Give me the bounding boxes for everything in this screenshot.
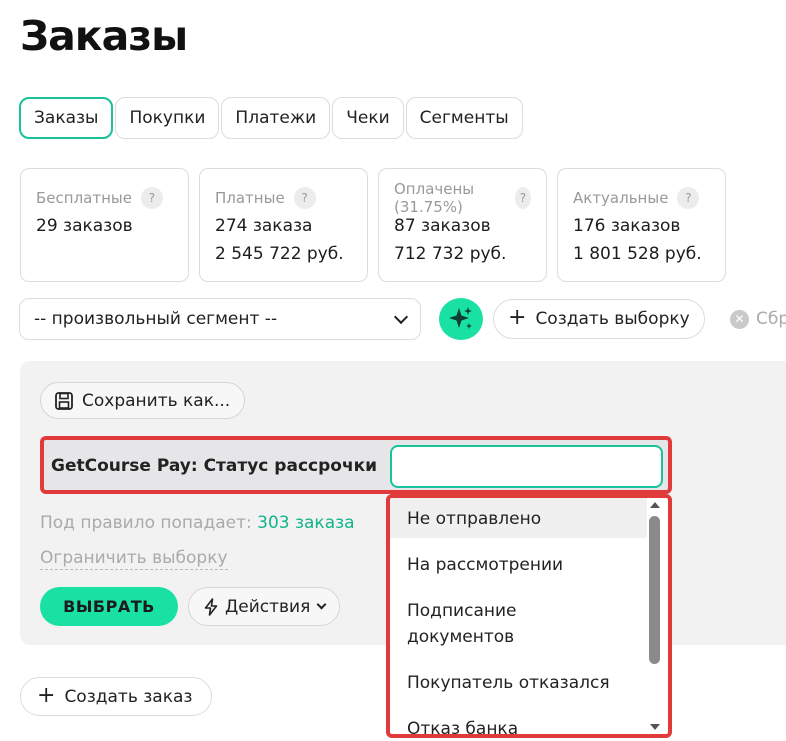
scroll-down-arrow-icon[interactable] xyxy=(650,724,660,730)
floppy-disk-icon xyxy=(55,391,73,410)
stats-row: Бесплатные? 29 заказов Платные? 274 зака… xyxy=(20,168,726,282)
status-dropdown[interactable]: Не отправлено На рассмотрении Подписание… xyxy=(386,494,672,738)
create-selection-label: Создать выборку xyxy=(535,309,690,329)
dropdown-scrollbar[interactable] xyxy=(646,498,664,734)
tab-receipts[interactable]: Чеки xyxy=(332,97,404,139)
dropdown-option[interactable]: Отказ банка xyxy=(390,706,647,734)
stat-amount: 712 732 руб. xyxy=(394,244,507,264)
rule-label: GetCourse Pay: Статус рассрочки xyxy=(51,456,378,476)
tab-purchases[interactable]: Покупки xyxy=(115,97,220,139)
reset-label: Сбр xyxy=(756,309,786,329)
dropdown-option[interactable]: Не отправлено xyxy=(390,498,647,538)
help-icon[interactable]: ? xyxy=(677,187,700,209)
page-title: Заказы xyxy=(20,12,188,60)
ai-sparkle-button[interactable] xyxy=(439,298,483,340)
stat-count: 87 заказов xyxy=(394,216,491,236)
stat-count: 274 заказа xyxy=(215,216,313,236)
dropdown-options: Не отправлено На рассмотрении Подписание… xyxy=(390,498,647,734)
plus-icon: + xyxy=(37,682,56,708)
stat-amount: 2 545 722 руб. xyxy=(215,244,344,264)
actions-label: Действия xyxy=(225,596,311,617)
help-icon[interactable]: ? xyxy=(514,187,531,209)
close-icon: ✕ xyxy=(730,309,749,329)
stat-title: Оплачены (31.75%) xyxy=(394,180,475,216)
rule-match-prefix: Под правило попадает: xyxy=(40,513,252,533)
scroll-up-arrow-icon[interactable] xyxy=(650,502,660,508)
stat-title: Актуальные xyxy=(573,189,669,207)
save-as-button[interactable]: Сохранить как... xyxy=(40,382,246,419)
dropdown-option[interactable]: Подписание документов xyxy=(390,588,630,660)
create-order-button[interactable]: + Создать заказ xyxy=(20,677,213,716)
tab-orders[interactable]: Заказы xyxy=(19,97,114,139)
scrollbar-thumb[interactable] xyxy=(649,516,660,664)
stat-title: Бесплатные xyxy=(36,189,132,207)
tab-segments[interactable]: Сегменты xyxy=(405,97,523,139)
segment-select[interactable]: -- произвольный сегмент -- xyxy=(19,298,421,340)
stat-count: 176 заказов xyxy=(573,216,681,236)
actions-button[interactable]: Действия xyxy=(188,587,341,626)
limit-selection-link[interactable]: Ограничить выборку xyxy=(40,548,228,570)
create-order-label: Создать заказ xyxy=(64,686,193,707)
stat-count: 29 заказов xyxy=(36,216,133,236)
plus-icon: + xyxy=(508,305,527,330)
dropdown-option[interactable]: На рассмотрении xyxy=(390,542,647,588)
stat-card-actual[interactable]: Актуальные? 176 заказов 1 801 528 руб. xyxy=(557,168,726,282)
lightning-icon xyxy=(204,597,218,616)
chevron-down-icon xyxy=(316,599,327,610)
create-selection-button[interactable]: + Создать выборку xyxy=(493,299,705,339)
tab-payments[interactable]: Платежи xyxy=(221,97,331,139)
help-icon[interactable]: ? xyxy=(140,187,163,209)
stat-title: Платные xyxy=(215,189,285,207)
chevron-down-icon xyxy=(393,309,409,324)
stat-card-free[interactable]: Бесплатные? 29 заказов xyxy=(20,168,189,282)
stat-card-settled[interactable]: Оплачены (31.75%)? 87 заказов 712 732 ру… xyxy=(378,168,547,282)
tab-bar: Заказы Покупки Платежи Чеки Сегменты xyxy=(19,97,523,139)
help-icon[interactable]: ? xyxy=(293,187,316,209)
save-as-label: Сохранить как... xyxy=(82,390,231,411)
rule-match-count: Под правило попадает: 303 заказа xyxy=(40,513,355,533)
reset-button[interactable]: ✕ Сбр xyxy=(730,309,786,329)
dropdown-option[interactable]: Покупатель отказался xyxy=(390,660,647,706)
rule-match-link[interactable]: 303 заказа xyxy=(257,513,354,533)
select-button[interactable]: ВЫБРАТЬ xyxy=(40,587,178,626)
sparkle-icon xyxy=(449,307,472,329)
stat-card-paid[interactable]: Платные? 274 заказа 2 545 722 руб. xyxy=(199,168,368,282)
rule-value-input[interactable] xyxy=(390,445,663,488)
segment-select-value: -- произвольный сегмент -- xyxy=(34,309,278,329)
stat-amount: 1 801 528 руб. xyxy=(573,244,702,264)
